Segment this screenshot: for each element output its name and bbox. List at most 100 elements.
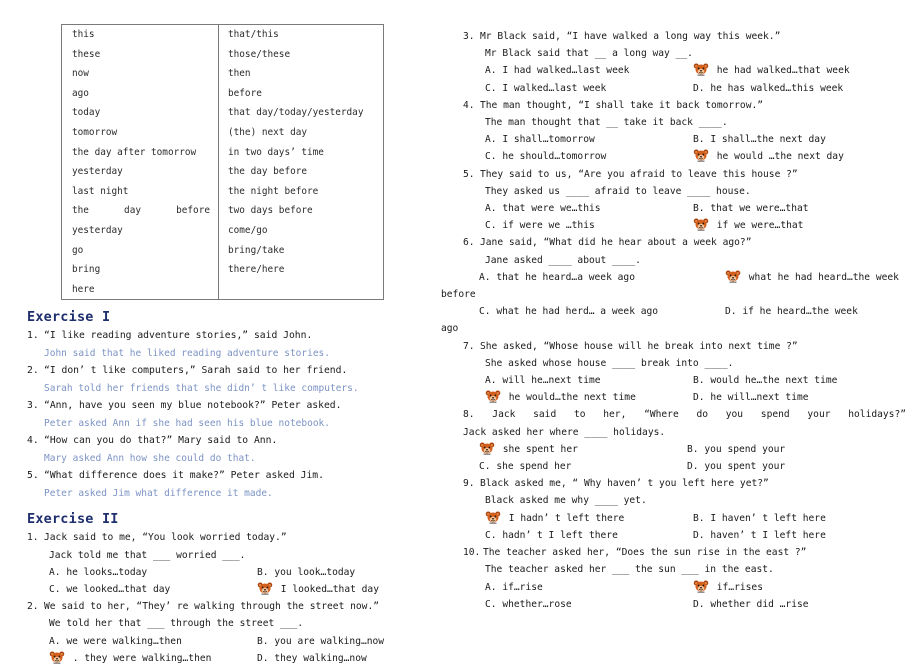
- option-text: you are walking…now: [274, 635, 385, 647]
- answer-option[interactable]: . they were walking…then: [49, 650, 257, 667]
- option-label: B.: [257, 566, 269, 578]
- option-text: will he…next time: [502, 375, 601, 387]
- bear-head-icon: [725, 270, 741, 283]
- option-text: . they were walking…then: [72, 652, 212, 664]
- table-cell-reported: (the) next day: [218, 122, 384, 143]
- answer-option[interactable]: A. will he…next time: [485, 372, 693, 389]
- table-cell-reported: those/these: [218, 44, 384, 65]
- bear-head-icon: [479, 442, 495, 455]
- option-text: I walked…last week: [502, 82, 607, 94]
- option-label: D.: [725, 306, 737, 318]
- bear-head-icon: [693, 580, 709, 593]
- option-text: hadn’ t I left there: [502, 529, 618, 541]
- table-row: this that/this: [61, 24, 384, 45]
- option-text: I haven’ t left here: [710, 512, 826, 524]
- answer-option[interactable]: C. hadn’ t I left there: [485, 527, 693, 544]
- table-row: yesterday come/go: [61, 220, 384, 241]
- answer-option[interactable]: C. if were we …this: [485, 217, 693, 234]
- answer-option[interactable]: B. you spend your: [687, 441, 906, 458]
- option-text: I shall…the next day: [710, 134, 826, 146]
- answer-option[interactable]: C. we looked…that day: [49, 581, 257, 598]
- option-text: that were we…this: [502, 203, 601, 215]
- question-stem: 2. We said to her, “They’ re walking thro…: [27, 598, 442, 615]
- answer-option[interactable]: A. that he heard…a week ago: [479, 269, 725, 286]
- answer-option[interactable]: D. if he heard…the week: [725, 303, 906, 320]
- answer-option[interactable]: D. haven’ t I left here: [693, 527, 906, 544]
- answer-option[interactable]: D. he will…next time: [693, 389, 906, 406]
- table-row: these those/these: [61, 44, 384, 65]
- answer-option[interactable]: he would …the next day: [693, 148, 906, 165]
- options-row: A. that he heard…a week ago what he had …: [479, 269, 906, 286]
- question-number: 10.: [463, 547, 481, 559]
- option-label: A.: [485, 203, 497, 215]
- answer-option[interactable]: what he had heard…the week: [725, 269, 906, 286]
- question-stem-text: We said to her, “They’ re walking throug…: [44, 601, 380, 613]
- answer-option[interactable]: B. would he…the next time: [693, 372, 906, 389]
- answer-option[interactable]: B. I haven’ t left here: [693, 510, 906, 527]
- multiple-choice-question: 4. The man thought, “I shall take it back…: [463, 97, 906, 166]
- option-text: he would…the next time: [508, 392, 636, 404]
- answer-option[interactable]: C. whether…rose: [485, 596, 693, 613]
- question-stem: 7. She asked, “Whose house will he break …: [463, 338, 906, 355]
- answer-option[interactable]: A. if…rise: [485, 579, 693, 596]
- option-text: he would …the next day: [716, 151, 844, 163]
- answer-option[interactable]: B. I shall…the next day: [693, 131, 906, 148]
- answer-option[interactable]: A. we were walking…then: [49, 633, 257, 650]
- options-row: A. I had walked…last week he had walked……: [485, 62, 906, 79]
- answer-option[interactable]: C. he should…tomorrow: [485, 148, 693, 165]
- answer-option[interactable]: B. you are walking…now: [257, 633, 442, 650]
- question-text: “I don’ t like computers,” Sarah said to…: [44, 365, 348, 377]
- table-cell-direct: these: [61, 44, 219, 65]
- options-group: A. will he…next time B. would he…the next…: [485, 372, 906, 406]
- answer-option[interactable]: B. that we were…that: [693, 200, 906, 217]
- question-number: 4.: [27, 435, 39, 447]
- exercise-2-heading: Exercise II: [27, 511, 119, 528]
- options-row: A. he looks…today B. you look…today: [49, 564, 442, 581]
- table-cell-reported: bring/take: [218, 240, 384, 261]
- question-text: “How can you do that?” Mary said to Ann.: [44, 435, 278, 447]
- answer-option[interactable]: D. he has walked…this week: [693, 80, 906, 97]
- option-label: C.: [479, 461, 491, 473]
- option-label: D.: [693, 392, 705, 404]
- answer-option[interactable]: A. he looks…today: [49, 564, 257, 581]
- table-cell-direct: this: [61, 24, 219, 45]
- options-group: A. that he heard…a week ago what he had …: [441, 269, 906, 338]
- option-label: A.: [485, 134, 497, 146]
- options-row: he would…the next time D. he will…next ti…: [485, 389, 906, 406]
- option-text: that we were…that: [710, 203, 809, 215]
- bear-head-icon: [49, 651, 65, 664]
- answer-option[interactable]: C. I walked…last week: [485, 80, 693, 97]
- answer-option[interactable]: I hadn’ t left there: [485, 510, 693, 527]
- answer-option[interactable]: he had walked…that week: [693, 62, 906, 79]
- question-stem-text: Mr Black said, “I have walked a long way…: [480, 31, 781, 42]
- multiple-choice-question: 5. They said to us, “Are you afraid to le…: [463, 166, 906, 235]
- answer-option[interactable]: if we were…that: [693, 217, 906, 234]
- answer-option[interactable]: C. she spend her: [479, 458, 687, 475]
- right-question-list: 3. Mr Black said, “I have walked a long w…: [441, 28, 906, 613]
- answer-option[interactable]: B. you look…today: [257, 564, 442, 581]
- question-stem: 5. They said to us, “Are you afraid to le…: [463, 166, 906, 183]
- answer-option[interactable]: D. whether did …rise: [693, 596, 906, 613]
- answer-option[interactable]: D. they walking…now: [257, 650, 442, 667]
- answer-option[interactable]: A. that were we…this: [485, 200, 693, 217]
- option-text: he has walked…this week: [710, 82, 844, 94]
- question-stem: 3. Mr Black said, “I have walked a long w…: [463, 28, 906, 45]
- question-stem-text: The man thought, “I shall take it back t…: [480, 99, 764, 111]
- option-overflow-text: ago: [441, 323, 459, 335]
- answer-option[interactable]: he would…the next time: [485, 389, 693, 406]
- answer-option[interactable]: A. I had walked…last week: [485, 62, 693, 79]
- answer-option[interactable]: I looked…that day: [257, 581, 442, 598]
- question-stem-text: They said to us, “Are you afraid to leav…: [480, 168, 798, 180]
- reported-speech-line: We told her that ___ through the street …: [49, 618, 304, 630]
- answer-option[interactable]: D. you spent your: [687, 458, 906, 475]
- answer-option[interactable]: C. what he had herd… a week ago: [479, 303, 725, 320]
- bear-head-icon: [693, 149, 709, 162]
- answer-option[interactable]: A. I shall…tomorrow: [485, 131, 693, 148]
- bear-head-icon: [693, 218, 709, 231]
- exercise-1-answer: Mary asked Ann how she could do that.: [44, 452, 256, 464]
- table-cell-reported: the day before: [218, 162, 384, 182]
- answer-option[interactable]: she spent her: [479, 441, 687, 458]
- answer-option[interactable]: if…rises: [693, 579, 906, 596]
- question-number: 1.: [27, 532, 39, 544]
- exercise-1-heading: Exercise I: [27, 309, 111, 326]
